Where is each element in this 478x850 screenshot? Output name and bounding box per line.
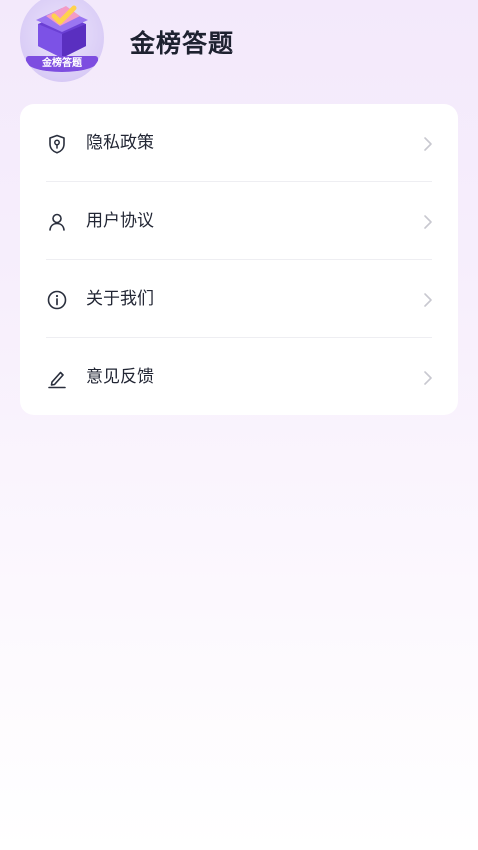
menu-item-label: 用户协议 bbox=[86, 211, 154, 231]
pencil-icon bbox=[46, 367, 68, 389]
chevron-right-icon bbox=[422, 135, 434, 153]
menu-item-privacy-policy[interactable]: 隐私政策 bbox=[20, 104, 458, 182]
header: 金榜答题 金榜答题 bbox=[0, 0, 478, 96]
chevron-right-icon bbox=[422, 213, 434, 231]
info-circle-icon bbox=[46, 289, 68, 311]
menu-item-label: 隐私政策 bbox=[86, 133, 154, 153]
menu-item-label: 意见反馈 bbox=[86, 367, 154, 387]
menu-item-label: 关于我们 bbox=[86, 289, 154, 309]
chevron-right-icon bbox=[422, 291, 434, 309]
app-logo: 金榜答题 bbox=[20, 0, 104, 82]
user-icon bbox=[46, 211, 68, 233]
menu-item-feedback[interactable]: 意见反馈 bbox=[20, 338, 458, 416]
shield-key-icon bbox=[46, 133, 68, 155]
menu-item-user-agreement[interactable]: 用户协议 bbox=[20, 182, 458, 260]
settings-menu-card: 隐私政策 用户协议 关于我们 意见反馈 bbox=[20, 104, 458, 415]
menu-item-about-us[interactable]: 关于我们 bbox=[20, 260, 458, 338]
chevron-right-icon bbox=[422, 369, 434, 387]
app-title: 金榜答题 bbox=[130, 29, 235, 58]
